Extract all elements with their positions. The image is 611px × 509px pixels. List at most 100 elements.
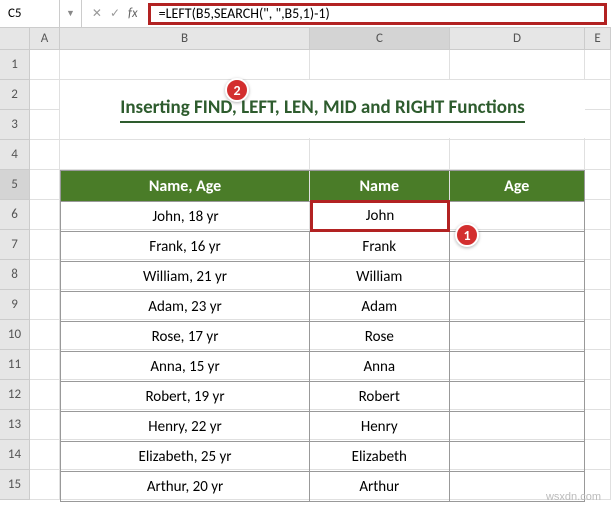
row-header[interactable]: 12 — [0, 380, 30, 410]
formula-input[interactable]: =LEFT(B5,SEARCH(", ",B5,1)-1) — [148, 3, 607, 25]
cell[interactable] — [30, 380, 60, 410]
cell[interactable]: Henry — [310, 411, 449, 441]
cell[interactable]: Arthur, 20 yr — [61, 471, 310, 501]
cell[interactable]: Adam, 23 yr — [61, 291, 310, 321]
select-all-corner[interactable] — [0, 28, 30, 49]
cell[interactable] — [310, 140, 450, 170]
callout-2: 2 — [225, 78, 249, 102]
cell[interactable] — [450, 261, 584, 291]
cell[interactable]: William — [310, 261, 449, 291]
cell[interactable]: Henry, 22 yr — [61, 411, 310, 441]
cell[interactable] — [30, 170, 60, 200]
cell[interactable] — [585, 350, 611, 380]
cell[interactable]: William, 21 yr — [61, 261, 310, 291]
cell[interactable] — [585, 410, 611, 440]
cell[interactable] — [30, 410, 60, 440]
col-header-A[interactable]: A — [30, 28, 60, 49]
sheet-title: Inserting FIND, LEFT, LEN, MID and RIGHT… — [120, 96, 524, 123]
cell[interactable] — [450, 381, 584, 411]
col-header-E[interactable]: E — [585, 28, 611, 49]
header-name-age[interactable]: Name, Age — [61, 171, 310, 201]
cell[interactable]: Anna, 15 yr — [61, 351, 310, 381]
formula-bar: C5 ▼ ✕ ✓ fx =LEFT(B5,SEARCH(", ",B5,1)-1… — [0, 0, 611, 28]
cell[interactable] — [585, 50, 611, 80]
cell[interactable] — [60, 140, 310, 170]
row-header[interactable]: 14 — [0, 440, 30, 470]
cell[interactable]: Frank, 16 yr — [61, 231, 310, 261]
cell[interactable]: Rose, 17 yr — [61, 321, 310, 351]
row-header[interactable]: 15 — [0, 470, 30, 500]
row-header[interactable]: 4 — [0, 140, 30, 170]
col-header-C[interactable]: C — [310, 28, 450, 49]
row-header[interactable]: 13 — [0, 410, 30, 440]
row-header[interactable]: 9 — [0, 290, 30, 320]
cell[interactable]: Anna — [310, 351, 449, 381]
row-header[interactable]: 3 — [0, 110, 30, 140]
cell[interactable]: Elizabeth, 25 yr — [61, 441, 310, 471]
cell[interactable]: Adam — [310, 291, 449, 321]
col-header-D[interactable]: D — [450, 28, 585, 49]
watermark: wsxdn.com — [546, 491, 601, 503]
row-header[interactable]: 5 — [0, 170, 30, 200]
row-header[interactable]: 8 — [0, 260, 30, 290]
spreadsheet-grid: A B C D E 1 2 3 4 5 6 7 8 9 10 11 12 13 … — [0, 28, 611, 500]
cell[interactable] — [450, 321, 584, 351]
cell[interactable] — [585, 320, 611, 350]
cell[interactable] — [585, 170, 611, 200]
col-header-B[interactable]: B — [60, 28, 310, 49]
cell[interactable]: Arthur — [310, 471, 449, 501]
cell[interactable] — [450, 50, 585, 80]
sheet-title-area: Inserting FIND, LEFT, LEN, MID and RIGHT… — [60, 80, 585, 138]
header-age[interactable]: Age — [450, 171, 584, 201]
cancel-icon[interactable]: ✕ — [92, 6, 102, 21]
cell[interactable] — [30, 470, 60, 500]
cell[interactable] — [60, 50, 310, 80]
cell[interactable] — [450, 411, 584, 441]
cell-active[interactable]: John — [310, 200, 450, 232]
row-header[interactable]: 1 — [0, 50, 30, 80]
cell[interactable] — [30, 440, 60, 470]
cell[interactable] — [585, 80, 611, 110]
cell[interactable] — [450, 351, 584, 381]
row-header[interactable]: 2 — [0, 80, 30, 110]
cell[interactable] — [30, 110, 60, 140]
cell[interactable] — [585, 110, 611, 140]
cell[interactable] — [450, 140, 585, 170]
cell[interactable] — [585, 140, 611, 170]
enter-icon[interactable]: ✓ — [110, 6, 120, 21]
cell[interactable] — [30, 350, 60, 380]
cell[interactable]: Elizabeth — [310, 441, 449, 471]
table-row: Adam, 23 yr Adam — [61, 291, 584, 321]
fx-icon[interactable]: fx — [128, 6, 138, 21]
cell[interactable] — [30, 260, 60, 290]
cell[interactable] — [450, 441, 584, 471]
cell[interactable]: Robert — [310, 381, 449, 411]
cell[interactable]: Rose — [310, 321, 449, 351]
row-header[interactable]: 11 — [0, 350, 30, 380]
cell[interactable] — [585, 440, 611, 470]
header-name[interactable]: Name — [310, 171, 449, 201]
cell[interactable] — [585, 290, 611, 320]
name-box-dropdown[interactable]: ▼ — [60, 0, 82, 27]
cell[interactable] — [30, 50, 60, 80]
cell[interactable] — [585, 230, 611, 260]
cell[interactable] — [585, 260, 611, 290]
cell[interactable] — [450, 291, 584, 321]
cell[interactable] — [30, 140, 60, 170]
table-row: Henry, 22 yr Henry — [61, 411, 584, 441]
cell[interactable]: Frank — [310, 231, 449, 261]
row-header[interactable]: 10 — [0, 320, 30, 350]
cell[interactable] — [30, 80, 60, 110]
cell[interactable] — [30, 290, 60, 320]
cell[interactable] — [30, 200, 60, 230]
cell[interactable] — [30, 230, 60, 260]
cell[interactable] — [30, 320, 60, 350]
row-header[interactable]: 6 — [0, 200, 30, 230]
cell[interactable] — [585, 380, 611, 410]
row-header[interactable]: 7 — [0, 230, 30, 260]
cell[interactable] — [585, 200, 611, 230]
name-box[interactable]: C5 — [0, 0, 60, 27]
cell[interactable]: John, 18 yr — [61, 201, 311, 231]
cell[interactable]: Robert, 19 yr — [61, 381, 310, 411]
cell[interactable] — [310, 50, 450, 80]
